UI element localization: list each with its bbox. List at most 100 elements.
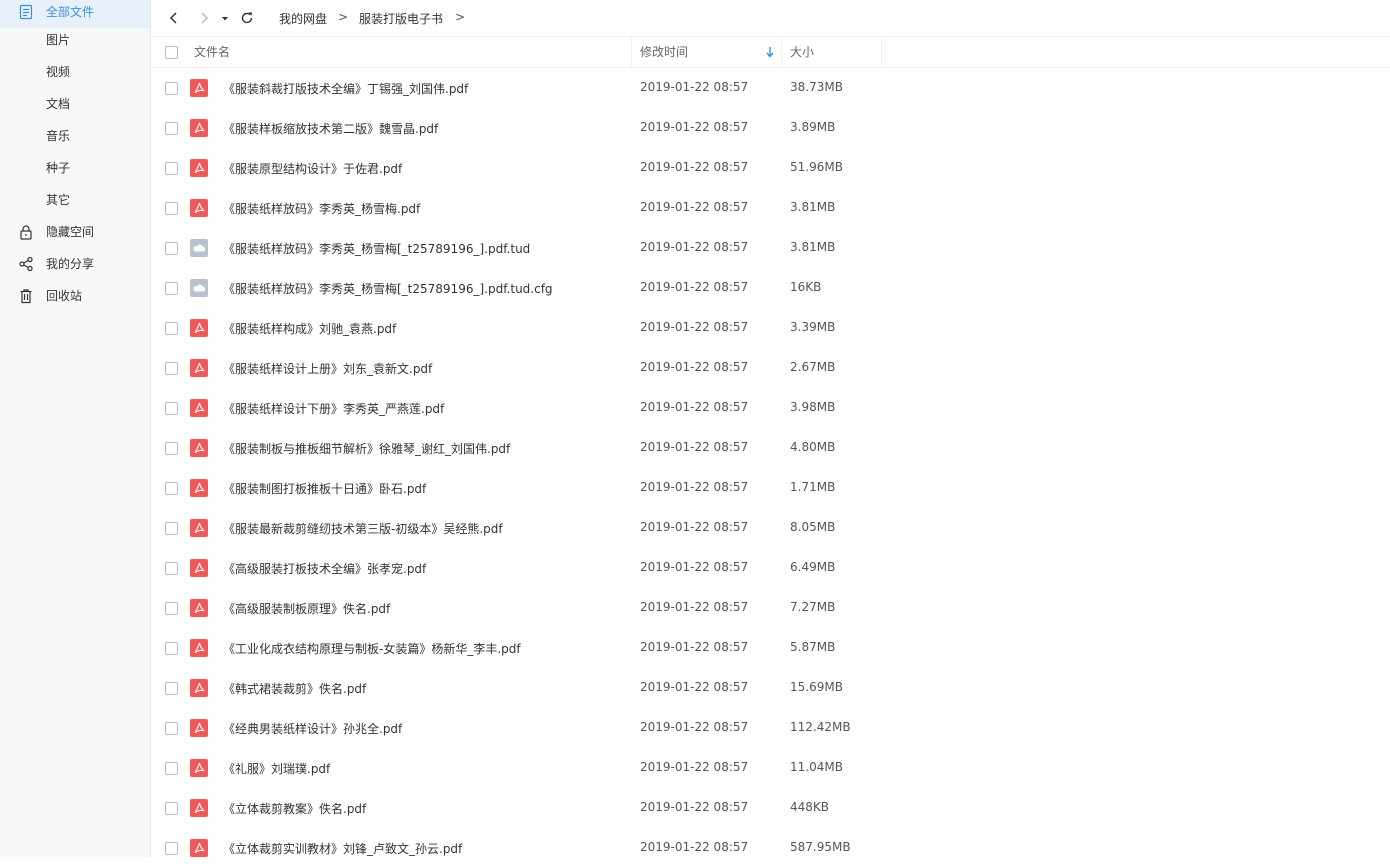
row-checkbox[interactable] xyxy=(165,322,178,335)
file-row[interactable]: 《高级服装制板原理》佚名.pdf 2019-01-22 08:57 7.27MB xyxy=(151,588,1390,628)
sidebar-item-music[interactable]: 音乐 xyxy=(0,124,150,156)
row-checkbox[interactable] xyxy=(165,602,178,615)
column-divider[interactable] xyxy=(781,37,782,67)
file-modified-time: 2019-01-22 08:57 xyxy=(640,440,749,454)
file-name[interactable]: 《立体裁剪实训教材》刘锋_卢致文_孙云.pdf xyxy=(223,840,462,857)
row-checkbox[interactable] xyxy=(165,442,178,455)
file-name[interactable]: 《服装制图打板推板十日通》卧石.pdf xyxy=(223,480,426,497)
back-arrow-icon[interactable] xyxy=(165,9,183,27)
sidebar-item-hidden-space[interactable]: 隐藏空间 xyxy=(0,220,150,252)
file-name[interactable]: 《服装纸样放码》李秀英_杨雪梅[_t25789196_].pdf.tud xyxy=(223,240,530,257)
file-row[interactable]: 《服装制图打板推板十日通》卧石.pdf 2019-01-22 08:57 1.71M… xyxy=(151,468,1390,508)
column-divider[interactable] xyxy=(881,37,882,67)
file-name[interactable]: 《服装制板与推板细节解析》徐雅琴_谢红_刘国伟.pdf xyxy=(223,440,510,457)
file-row[interactable]: 《服装样板缩放技术第二版》魏雪晶.pdf 2019-01-22 08:57 3.89… xyxy=(151,108,1390,148)
sidebar-item-label: 种子 xyxy=(46,161,71,175)
file-row[interactable]: 《高级服装打板技术全编》张孝宠.pdf 2019-01-22 08:57 6.49M… xyxy=(151,548,1390,588)
sidebar-item-documents[interactable]: 文档 xyxy=(0,92,150,124)
file-modified-time: 2019-01-22 08:57 xyxy=(640,600,749,614)
file-modified-time: 2019-01-22 08:57 xyxy=(640,560,749,574)
column-divider[interactable] xyxy=(631,37,632,67)
file-name[interactable]: 《立体裁剪教案》佚名.pdf xyxy=(223,800,366,817)
row-checkbox[interactable] xyxy=(165,562,178,575)
refresh-icon[interactable] xyxy=(238,9,256,27)
sidebar-item-images[interactable]: 图片 xyxy=(0,28,150,60)
file-name[interactable]: 《服装最新裁剪缝纫技术第三版-初级本》吴经熊.pdf xyxy=(223,520,503,537)
breadcrumb-separator[interactable]: > xyxy=(455,10,465,24)
file-name[interactable]: 《韩式裙装裁剪》佚名.pdf xyxy=(223,680,366,697)
row-checkbox[interactable] xyxy=(165,482,178,495)
file-name[interactable]: 《服装样板缩放技术第二版》魏雪晶.pdf xyxy=(223,120,438,137)
file-row[interactable]: 《服装斜裁打版技术全编》丁锡强_刘国伟.pdf 2019-01-22 08:57 3… xyxy=(151,68,1390,108)
file-name[interactable]: 《服装纸样设计上册》刘东_袁新文.pdf xyxy=(223,360,432,377)
row-checkbox[interactable] xyxy=(165,282,178,295)
row-checkbox[interactable] xyxy=(165,802,178,815)
row-checkbox[interactable] xyxy=(165,722,178,735)
file-name[interactable]: 《服装纸样设计下册》李秀英_严燕莲.pdf xyxy=(223,400,444,417)
file-size: 3.39MB xyxy=(790,320,836,334)
breadcrumb-current-folder[interactable]: 服装打版电子书 xyxy=(359,10,443,27)
file-name[interactable]: 《高级服装制板原理》佚名.pdf xyxy=(223,600,390,617)
column-header-name[interactable]: 文件名 xyxy=(194,37,230,67)
file-row[interactable]: 《礼服》刘瑞璞.pdf 2019-01-22 08:57 11.04MB xyxy=(151,748,1390,788)
file-size: 7.27MB xyxy=(790,600,836,614)
file-name[interactable]: 《服装纸样放码》李秀英_杨雪梅.pdf xyxy=(223,200,420,217)
row-checkbox[interactable] xyxy=(165,682,178,695)
row-checkbox[interactable] xyxy=(165,242,178,255)
forward-arrow-icon[interactable] xyxy=(195,9,213,27)
breadcrumb-root[interactable]: 我的网盘 xyxy=(279,10,327,27)
file-row[interactable]: 《立体裁剪教案》佚名.pdf 2019-01-22 08:57 448KB xyxy=(151,788,1390,828)
navigation-bar: 我的网盘 > 服装打版电子书 > xyxy=(151,0,1390,37)
row-checkbox[interactable] xyxy=(165,162,178,175)
file-name[interactable]: 《服装纸样放码》李秀英_杨雪梅[_t25789196_].pdf.tud.cfg xyxy=(223,280,553,297)
sidebar-item-videos[interactable]: 视频 xyxy=(0,60,150,92)
file-size: 5.87MB xyxy=(790,640,836,654)
file-name[interactable]: 《高级服装打板技术全编》张孝宠.pdf xyxy=(223,560,426,577)
row-checkbox[interactable] xyxy=(165,362,178,375)
pdf-file-icon xyxy=(190,359,208,377)
row-checkbox[interactable] xyxy=(165,842,178,855)
file-size: 16KB xyxy=(790,280,822,294)
sidebar-item-label: 隐藏空间 xyxy=(46,225,95,239)
file-modified-time: 2019-01-22 08:57 xyxy=(640,680,749,694)
sidebar-item-all-files[interactable]: 全部文件 xyxy=(0,0,150,28)
file-size: 1.71MB xyxy=(790,480,836,494)
sidebar-item-others[interactable]: 其它 xyxy=(0,188,150,220)
file-row[interactable]: 《服装纸样构成》刘驰_袁燕.pdf 2019-01-22 08:57 3.39MB xyxy=(151,308,1390,348)
file-row[interactable]: 《服装原型结构设计》于佐君.pdf 2019-01-22 08:57 51.96MB xyxy=(151,148,1390,188)
file-row[interactable]: 《服装纸样放码》李秀英_杨雪梅[_t25789196_].pdf.tud 2019… xyxy=(151,228,1390,268)
file-row[interactable]: 《服装制板与推板细节解析》徐雅琴_谢红_刘国伟.pdf 2019-01-22 08… xyxy=(151,428,1390,468)
column-header-size[interactable]: 大小 xyxy=(790,37,814,67)
file-name[interactable]: 《服装原型结构设计》于佐君.pdf xyxy=(223,160,402,177)
sidebar-item-recycle-bin[interactable]: 回收站 xyxy=(0,284,150,316)
file-name[interactable]: 《服装纸样构成》刘驰_袁燕.pdf xyxy=(223,320,396,337)
sort-descending-icon[interactable] xyxy=(765,46,775,58)
file-name[interactable]: 《经典男装纸样设计》孙兆全.pdf xyxy=(223,720,402,737)
row-checkbox[interactable] xyxy=(165,762,178,775)
file-row[interactable]: 《立体裁剪实训教材》刘锋_卢致文_孙云.pdf 2019-01-22 08:57 5… xyxy=(151,828,1390,868)
history-dropdown-icon[interactable] xyxy=(219,9,231,27)
sidebar-item-my-share[interactable]: 我的分享 xyxy=(0,252,150,284)
row-checkbox[interactable] xyxy=(165,122,178,135)
select-all-checkbox[interactable] xyxy=(165,46,178,59)
file-row[interactable]: 《服装纸样设计上册》刘东_袁新文.pdf 2019-01-22 08:57 2.67… xyxy=(151,348,1390,388)
sidebar-item-torrents[interactable]: 种子 xyxy=(0,156,150,188)
file-row[interactable]: 《服装纸样设计下册》李秀英_严燕莲.pdf 2019-01-22 08:57 3.9… xyxy=(151,388,1390,428)
row-checkbox[interactable] xyxy=(165,402,178,415)
row-checkbox[interactable] xyxy=(165,522,178,535)
file-name[interactable]: 《礼服》刘瑞璞.pdf xyxy=(223,760,330,777)
row-checkbox[interactable] xyxy=(165,642,178,655)
file-row[interactable]: 《服装纸样放码》李秀英_杨雪梅.pdf 2019-01-22 08:57 3.81M… xyxy=(151,188,1390,228)
row-checkbox[interactable] xyxy=(165,202,178,215)
file-row[interactable]: 《工业化成衣结构原理与制板-女装篇》杨新华_李丰.pdf 2019-01-22 0… xyxy=(151,628,1390,668)
file-name[interactable]: 《服装斜裁打版技术全编》丁锡强_刘国伟.pdf xyxy=(223,80,468,97)
file-row[interactable]: 《服装最新裁剪缝纫技术第三版-初级本》吴经熊.pdf 2019-01-22 08:… xyxy=(151,508,1390,548)
row-checkbox[interactable] xyxy=(165,82,178,95)
file-row[interactable]: 《经典男装纸样设计》孙兆全.pdf 2019-01-22 08:57 112.42M… xyxy=(151,708,1390,748)
pdf-file-icon xyxy=(190,199,208,217)
file-row[interactable]: 《服装纸样放码》李秀英_杨雪梅[_t25789196_].pdf.tud.cfg… xyxy=(151,268,1390,308)
file-row[interactable]: 《韩式裙装裁剪》佚名.pdf 2019-01-22 08:57 15.69MB xyxy=(151,668,1390,708)
column-header-modified[interactable]: 修改时间 xyxy=(640,37,688,67)
pdf-file-icon xyxy=(190,319,208,337)
file-name[interactable]: 《工业化成衣结构原理与制板-女装篇》杨新华_李丰.pdf xyxy=(223,640,521,657)
